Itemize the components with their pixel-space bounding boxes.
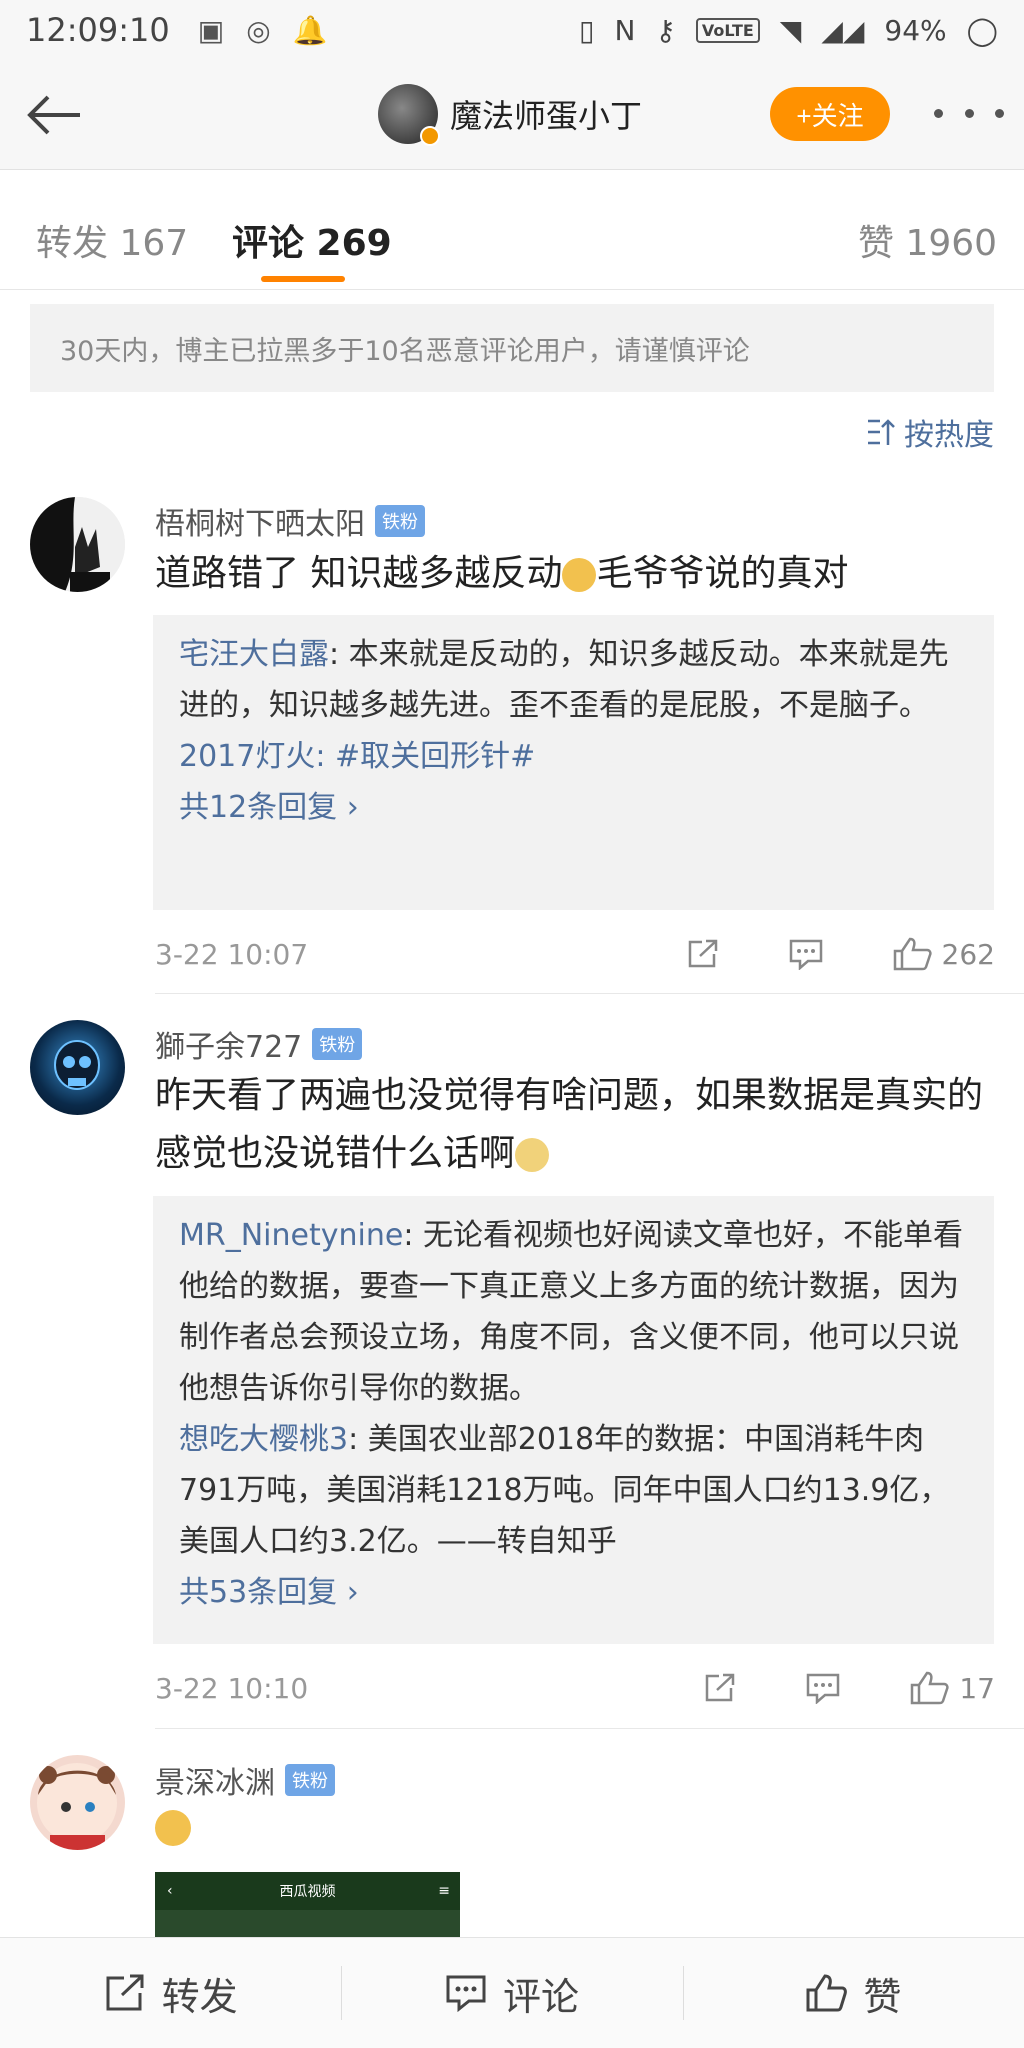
- tab-reposts[interactable]: 转发 167: [36, 214, 188, 266]
- image-icon: ▣: [197, 13, 225, 47]
- more-icon[interactable]: [934, 98, 1004, 128]
- reply-username[interactable]: 宅汪大白露: [179, 637, 329, 672]
- bottom-action-bar: 转发 评论 赞: [0, 1937, 1024, 2048]
- status-bar: 12:09:10 ▣ ◎ 🔔 ▯ N ⚷ VoLTE ◥ ◢◢ 94% ◯: [0, 0, 1024, 60]
- reply-item: 宅汪大白露: 本来就是反动的，知识多越反动。本来就是先进的，知识越多越先进。歪不…: [179, 637, 949, 723]
- sort-icon: [868, 419, 895, 445]
- divider: [155, 1728, 1024, 1729]
- reply-box[interactable]: MR_Ninetynine: 无论看视频也好阅读文章也好，不能单看他给的数据，要…: [153, 1196, 994, 1644]
- reply-item: 2017灯火: #取关回形针#: [179, 739, 536, 774]
- fan-badge: 铁粉: [285, 1764, 335, 1796]
- doge-emoji-icon: [562, 558, 597, 592]
- repost-icon[interactable]: [686, 938, 730, 970]
- wifi-icon: ◥: [779, 13, 802, 47]
- thumbs-up-icon: [911, 1671, 949, 1705]
- tab-bar: 转发 167 评论 269 赞 1960: [0, 180, 1024, 290]
- repost-icon[interactable]: [703, 1672, 747, 1704]
- thumbs-up-icon: [806, 1974, 848, 2012]
- author-name[interactable]: 魔法师蛋小丁: [450, 91, 642, 137]
- reply-box[interactable]: 宅汪大白露: 本来就是反动的，知识多越反动。本来就是先进的，知识越多越先进。歪不…: [153, 615, 994, 910]
- repost-button[interactable]: 转发: [0, 1938, 341, 2048]
- like-button[interactable]: 262: [892, 937, 995, 971]
- divider: [155, 993, 1024, 994]
- comment-username[interactable]: 梧桐树下晒太阳: [155, 499, 365, 543]
- battery-icon: ◯: [966, 13, 998, 47]
- repost-icon: [106, 1974, 144, 2011]
- key-icon: ⚷: [655, 13, 676, 47]
- reply-icon[interactable]: [805, 1672, 851, 1704]
- avatar[interactable]: [30, 1020, 125, 1115]
- yum-emoji-icon: [155, 1810, 191, 1846]
- like-label: 赞: [863, 1974, 902, 2019]
- comment-username[interactable]: 景深冰渊: [155, 1758, 275, 1802]
- reply-username[interactable]: 2017灯火: [179, 739, 315, 774]
- nfc-icon: N: [614, 13, 636, 47]
- chevron-left-icon: ‹: [167, 1883, 173, 1899]
- battery-level: 94%: [884, 13, 947, 47]
- qq-icon: ◎: [246, 13, 271, 47]
- follow-button[interactable]: +关注: [770, 87, 890, 141]
- thumbs-up-icon: [893, 937, 932, 971]
- nav-bar: 魔法师蛋小丁 +关注: [0, 60, 1024, 170]
- more-replies-link[interactable]: 共53条回复 ›: [179, 1567, 968, 1618]
- sort-button[interactable]: 按热度: [866, 410, 994, 454]
- repost-label: 转发: [161, 1974, 238, 2019]
- comment-date: 3-22 10:07: [155, 937, 309, 971]
- comment-date: 3-22 10:10: [155, 1671, 309, 1705]
- like-count: 262: [941, 937, 995, 971]
- comment-button[interactable]: 评论: [341, 1938, 682, 2048]
- reply-icon[interactable]: [788, 938, 834, 970]
- reply-username[interactable]: MR_Ninetynine: [179, 1218, 403, 1253]
- tab-comments[interactable]: 评论 269: [232, 214, 392, 266]
- active-tab-indicator: [261, 276, 345, 282]
- author-avatar[interactable]: [378, 84, 440, 146]
- thumbnail-title: 西瓜视频: [279, 1884, 336, 1900]
- comment-text: 昨天看了两遍也没觉得有啥问题，如果数据是真实的感觉也没说错什么话啊: [155, 1075, 984, 1174]
- status-time: 12:09:10: [26, 11, 170, 49]
- emoji-icon: [515, 1138, 550, 1172]
- like-button[interactable]: 17: [909, 1671, 995, 1705]
- signal-icon: ◢◢: [821, 13, 865, 47]
- tab-likes[interactable]: 赞 1960: [858, 214, 997, 266]
- like-post-button[interactable]: 赞: [682, 1938, 1024, 2048]
- reply-username[interactable]: 想吃大樱桃3: [179, 1422, 348, 1457]
- author-info[interactable]: 魔法师蛋小丁: [378, 84, 642, 146]
- comment-text: 道路错了 知识越多越反动 毛爷爷说的真对: [155, 553, 849, 594]
- fan-badge: 铁粉: [312, 1028, 363, 1060]
- sort-label: 按热度: [904, 418, 994, 453]
- comment-label: 评论: [502, 1974, 579, 2019]
- verified-icon: [420, 126, 440, 146]
- reply-item: 想吃大樱桃3: 美国农业部2018年的数据：中国消耗牛肉791万吨，美国消耗12…: [179, 1422, 950, 1559]
- comment-username[interactable]: 獅子余727: [155, 1022, 302, 1066]
- comment-icon: [446, 1975, 486, 2012]
- back-arrow-icon[interactable]: [20, 85, 90, 145]
- comment-notice: 30天内，博主已拉黑多于10名恶意评论用户，请谨慎评论: [30, 304, 994, 392]
- like-count: 17: [959, 1671, 995, 1705]
- more-replies-link[interactable]: 共12条回复 ›: [179, 782, 968, 833]
- reply-item: MR_Ninetynine: 无论看视频也好阅读文章也好，不能单看他给的数据，要…: [179, 1218, 963, 1406]
- bell-icon: 🔔: [292, 13, 328, 47]
- menu-icon: ≡: [438, 1883, 450, 1899]
- avatar[interactable]: [30, 1755, 125, 1850]
- phone-icon: ▯: [579, 13, 595, 47]
- fan-badge: 铁粉: [375, 505, 425, 537]
- avatar[interactable]: [30, 497, 125, 592]
- volte-icon: VoLTE: [695, 17, 760, 43]
